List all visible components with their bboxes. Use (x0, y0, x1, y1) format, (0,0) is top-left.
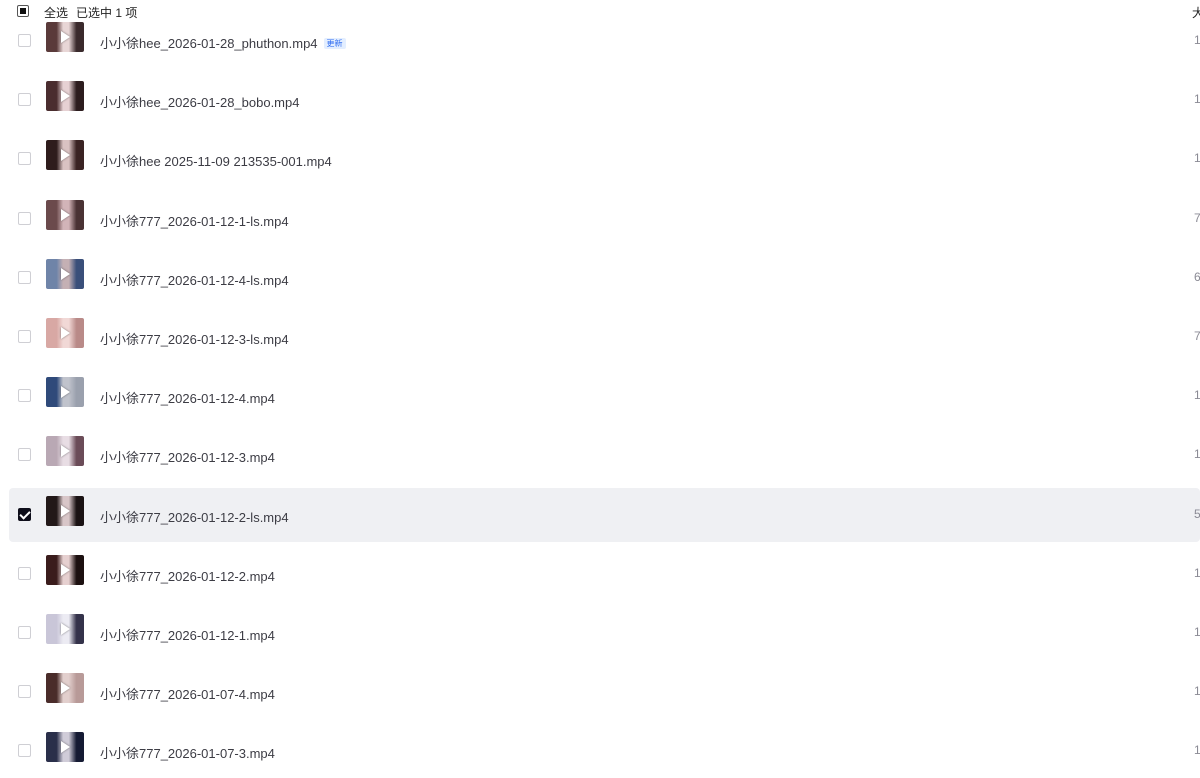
play-icon (61, 682, 70, 694)
file-name-text: 小小徐777_2026-01-07-3.mp4 (100, 746, 275, 761)
file-name[interactable]: 小小徐777_2026-01-12-4-ls.mp4 (100, 270, 289, 289)
file-row[interactable]: 小小徐777_2026-01-12-2.mp4 1 (9, 547, 1200, 601)
play-icon (61, 209, 70, 221)
row-checkbox[interactable] (18, 212, 31, 225)
file-name[interactable]: 小小徐777_2026-01-07-4.mp4 (100, 684, 275, 703)
file-name[interactable]: 小小徐777_2026-01-12-3-ls.mp4 (100, 329, 289, 348)
file-size: 1 (1194, 33, 1200, 47)
row-checkbox[interactable] (18, 626, 31, 639)
file-row[interactable]: 小小徐777_2026-01-12-4-ls.mp4 6 (9, 251, 1200, 305)
row-checkbox[interactable] (18, 567, 31, 580)
row-checkbox[interactable] (18, 152, 31, 165)
row-checkbox[interactable] (18, 93, 31, 106)
play-icon (61, 268, 70, 280)
file-size: 1 (1194, 566, 1200, 580)
video-thumbnail[interactable] (46, 140, 84, 170)
row-checkbox[interactable] (18, 271, 31, 284)
play-icon (61, 31, 70, 43)
file-name-text: 小小徐777_2026-01-12-3.mp4 (100, 450, 275, 465)
row-checkbox[interactable] (18, 34, 31, 47)
video-thumbnail[interactable] (46, 377, 84, 407)
play-icon (61, 90, 70, 102)
file-size: 1 (1194, 447, 1200, 461)
video-thumbnail[interactable] (46, 614, 84, 644)
file-name-text: 小小徐777_2026-01-12-1-ls.mp4 (100, 214, 289, 229)
update-badge: 更新 (323, 38, 346, 49)
file-name-text: 小小徐777_2026-01-12-2-ls.mp4 (100, 510, 289, 525)
file-size: 1 (1194, 151, 1200, 165)
row-checkbox[interactable] (18, 448, 31, 461)
row-checkbox[interactable] (18, 389, 31, 402)
file-row[interactable]: 小小徐777_2026-01-12-1.mp4 1 (9, 606, 1200, 660)
file-name[interactable]: 小小徐hee 2025-11-09 213535-001.mp4 (100, 151, 332, 170)
file-name[interactable]: 小小徐hee_2026-01-28_bobo.mp4 (100, 92, 299, 111)
play-icon (61, 564, 70, 576)
file-row[interactable]: 小小徐777_2026-01-12-3.mp4 1 (9, 428, 1200, 482)
file-name-text: 小小徐777_2026-01-12-3-ls.mp4 (100, 332, 289, 347)
file-size: 6 (1194, 270, 1200, 284)
file-row[interactable]: 小小徐777_2026-01-07-4.mp4 1 (9, 665, 1200, 719)
file-row[interactable]: 小小徐777_2026-01-07-3.mp4 1 (9, 724, 1200, 778)
file-size: 7 (1194, 211, 1200, 225)
file-name[interactable]: 小小徐777_2026-01-12-2.mp4 (100, 566, 275, 585)
file-size: 1 (1194, 684, 1200, 698)
file-row[interactable]: 小小徐777_2026-01-12-4.mp4 1 (9, 369, 1200, 423)
file-name[interactable]: 小小徐777_2026-01-07-3.mp4 (100, 743, 275, 762)
file-name[interactable]: 小小徐777_2026-01-12-2-ls.mp4 (100, 507, 289, 526)
file-size: 1 (1194, 743, 1200, 757)
file-name-text: 小小徐hee_2026-01-28_phuthon.mp4 (100, 36, 318, 51)
file-name[interactable]: 小小徐hee_2026-01-28_phuthon.mp4 更新 (100, 33, 346, 52)
play-icon (61, 445, 70, 457)
video-thumbnail[interactable] (46, 732, 84, 762)
video-thumbnail[interactable] (46, 22, 84, 52)
file-row[interactable]: 小小徐777_2026-01-12-1-ls.mp4 7 (9, 192, 1200, 246)
video-thumbnail[interactable] (46, 673, 84, 703)
file-name-text: 小小徐777_2026-01-12-1.mp4 (100, 628, 275, 643)
file-name-text: 小小徐777_2026-01-07-4.mp4 (100, 687, 275, 702)
row-checkbox[interactable] (18, 685, 31, 698)
play-icon (61, 623, 70, 635)
file-size: 1 (1194, 92, 1200, 106)
file-name-text: 小小徐hee 2025-11-09 213535-001.mp4 (100, 154, 332, 169)
file-name-text: 小小徐777_2026-01-12-4-ls.mp4 (100, 273, 289, 288)
play-icon (61, 505, 70, 517)
row-checkbox[interactable] (18, 508, 31, 521)
file-row[interactable]: 小小徐777_2026-01-12-3-ls.mp4 7 (9, 310, 1200, 364)
file-row[interactable]: 小小徐hee 2025-11-09 213535-001.mp4 1 (9, 132, 1200, 186)
video-thumbnail[interactable] (46, 81, 84, 111)
video-thumbnail[interactable] (46, 436, 84, 466)
file-name-text: 小小徐hee_2026-01-28_bobo.mp4 (100, 95, 300, 110)
play-icon (61, 741, 70, 753)
file-size: 1 (1194, 625, 1200, 639)
file-size: 7 (1194, 329, 1200, 343)
file-row[interactable]: 小小徐777_2026-01-12-2-ls.mp4 5 (9, 488, 1200, 542)
video-thumbnail[interactable] (46, 496, 84, 526)
video-thumbnail[interactable] (46, 555, 84, 585)
file-size: 5 (1194, 507, 1200, 521)
video-thumbnail[interactable] (46, 259, 84, 289)
file-row[interactable]: 小小徐hee_2026-01-28_bobo.mp4 1 (9, 73, 1200, 127)
play-icon (61, 386, 70, 398)
play-icon (61, 327, 70, 339)
file-row[interactable]: 小小徐hee_2026-01-28_phuthon.mp4 更新 1 (9, 14, 1200, 68)
row-checkbox[interactable] (18, 744, 31, 757)
file-name[interactable]: 小小徐777_2026-01-12-4.mp4 (100, 388, 275, 407)
play-icon (61, 149, 70, 161)
file-name-text: 小小徐777_2026-01-12-2.mp4 (100, 569, 275, 584)
file-name-text: 小小徐777_2026-01-12-4.mp4 (100, 391, 275, 406)
video-thumbnail[interactable] (46, 200, 84, 230)
file-name[interactable]: 小小徐777_2026-01-12-1.mp4 (100, 625, 275, 644)
video-thumbnail[interactable] (46, 318, 84, 348)
row-checkbox[interactable] (18, 330, 31, 343)
file-size: 1 (1194, 388, 1200, 402)
file-name[interactable]: 小小徐777_2026-01-12-3.mp4 (100, 447, 275, 466)
file-name[interactable]: 小小徐777_2026-01-12-1-ls.mp4 (100, 211, 289, 230)
